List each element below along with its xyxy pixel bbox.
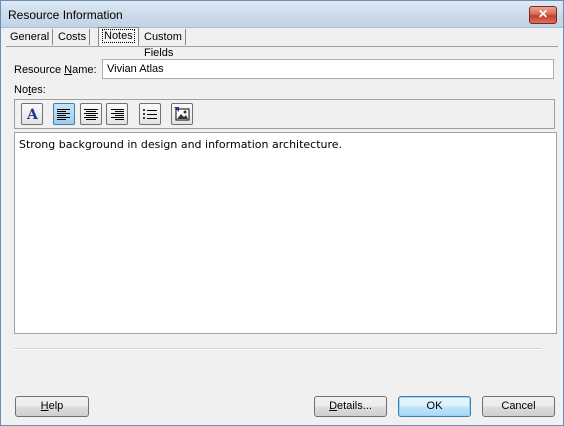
align-right-icon: [111, 109, 124, 120]
title-bar[interactable]: Resource Information ✕: [1, 1, 563, 28]
tab-notes-label: Notes: [102, 29, 135, 43]
separator-line: [14, 348, 542, 350]
ok-button[interactable]: OK: [398, 396, 471, 417]
close-button[interactable]: ✕: [529, 6, 557, 24]
svg-text:A: A: [26, 107, 39, 122]
tab-costs[interactable]: Costs: [55, 29, 91, 45]
resource-information-dialog: Resource Information ✕ General Costs Not…: [0, 0, 564, 426]
notes-toolbar: A: [14, 99, 555, 129]
help-button[interactable]: Help: [15, 396, 89, 417]
tab-divider: [6, 46, 558, 47]
bullet-list-icon: [143, 109, 157, 119]
resource-name-label: Resource Name:: [14, 64, 97, 76]
font-button[interactable]: A: [21, 103, 43, 125]
tab-costs-label: Costs: [58, 31, 87, 43]
font-icon: A: [26, 107, 39, 122]
resource-name-input[interactable]: Vivian Atlas: [102, 59, 554, 79]
notes-text-area[interactable]: Strong background in design and informat…: [14, 132, 557, 334]
notes-label: Notes:: [14, 84, 46, 96]
align-right-button[interactable]: [106, 103, 128, 125]
align-center-button[interactable]: [80, 103, 102, 125]
align-left-button[interactable]: [53, 103, 75, 125]
tab-custom-fields[interactable]: Custom Fields: [141, 29, 186, 59]
bullet-list-button[interactable]: [139, 103, 161, 125]
window-title: Resource Information: [8, 8, 123, 22]
insert-object-button[interactable]: [171, 103, 193, 125]
close-icon: ✕: [537, 7, 549, 21]
align-center-icon: [84, 109, 98, 120]
tab-general-label: General: [10, 31, 50, 43]
tab-general[interactable]: General: [7, 29, 54, 45]
cancel-button[interactable]: Cancel: [482, 396, 555, 417]
details-button[interactable]: Details...: [314, 396, 387, 417]
insert-object-icon: [174, 107, 190, 121]
tab-notes[interactable]: Notes: [98, 27, 139, 46]
align-left-icon: [57, 109, 70, 120]
tab-custom-fields-label: Custom Fields: [144, 31, 182, 59]
